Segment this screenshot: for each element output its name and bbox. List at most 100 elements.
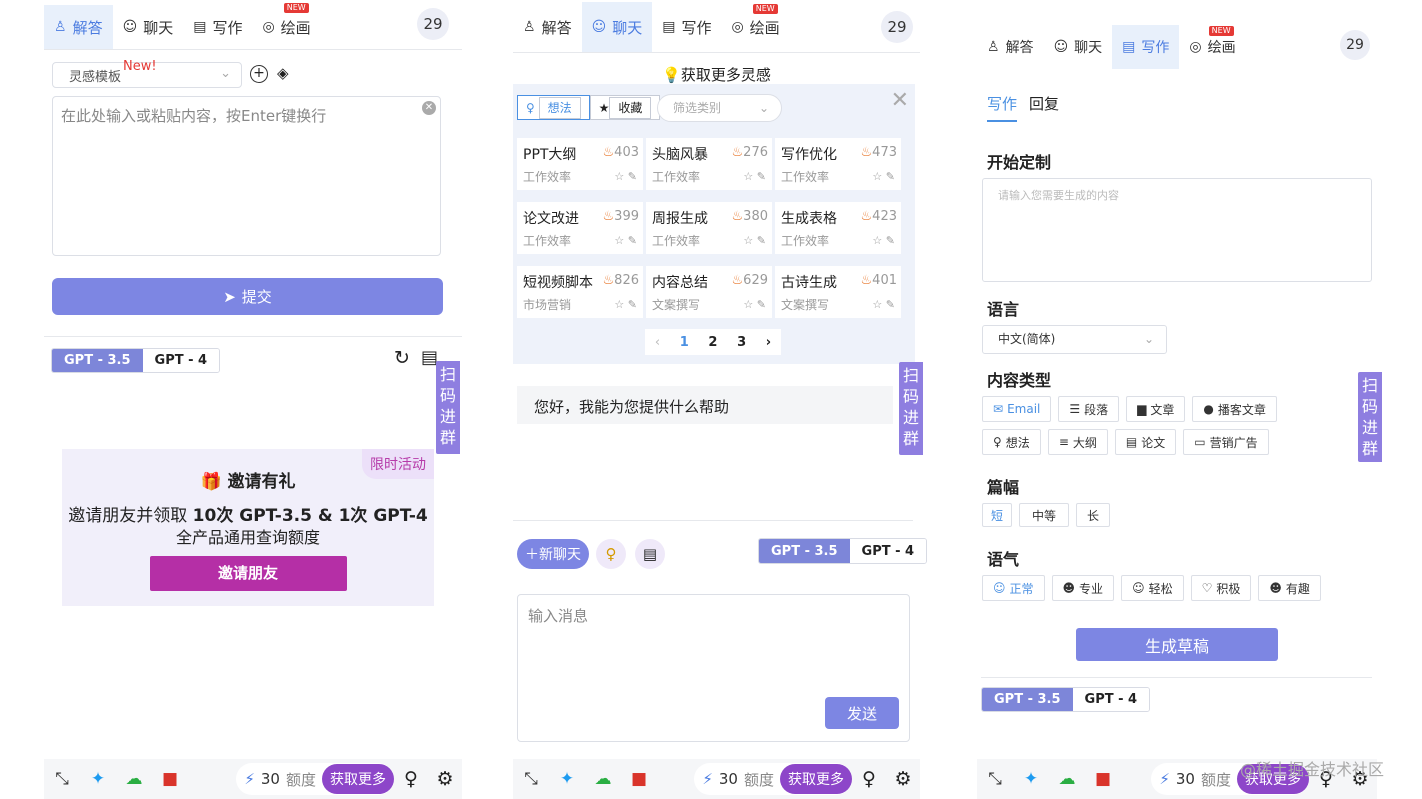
tab-chat[interactable]: ☺ 聊天 <box>113 5 184 49</box>
length-medium[interactable]: 中等 <box>1019 503 1070 527</box>
gpt4-option[interactable]: GPT - 4 <box>142 349 220 372</box>
count-badge[interactable]: 29 <box>1340 30 1370 60</box>
add-icon[interactable]: + <box>250 65 268 83</box>
tab-draw[interactable]: ◎ 绘画 NEW <box>1179 25 1245 69</box>
clear-icon[interactable]: ✕ <box>422 101 436 115</box>
tab-ideas[interactable]: ♀ 想法 <box>517 95 590 120</box>
gift-icon[interactable]: ■ <box>1085 769 1121 789</box>
type-outline[interactable]: ≡ 大纲 <box>1047 429 1108 455</box>
gear-icon[interactable]: ⚙ <box>428 768 462 790</box>
gift-icon[interactable]: ■ <box>152 769 188 789</box>
star-icon[interactable]: ☆ <box>614 170 624 183</box>
prompt-card[interactable]: 头脑风暴 工作效率 ♨276 ☆ ✎ <box>646 138 772 190</box>
tone-professional[interactable]: ☻ 专业 <box>1051 575 1115 601</box>
scan-join-group-tag[interactable]: 扫码进群 <box>1358 372 1382 462</box>
length-short[interactable]: 短 <box>982 503 1013 527</box>
subtab-write[interactable]: 写作 <box>987 93 1018 122</box>
star-icon[interactable]: ☆ <box>872 170 882 183</box>
tone-normal[interactable]: ☺ 正常 <box>982 575 1045 601</box>
prompt-card[interactable]: 写作优化 工作效率 ♨473 ☆ ✎ <box>775 138 901 190</box>
language-select[interactable]: 中文(简体) ⌄ <box>982 325 1167 354</box>
prev-page-icon[interactable]: ‹ <box>655 335 660 350</box>
star-icon[interactable]: ☆ <box>743 298 753 311</box>
tab-favorites[interactable]: ★ 收藏 <box>589 95 661 120</box>
twitter-icon[interactable]: ✦ <box>549 769 585 789</box>
star-icon[interactable]: ☆ <box>743 234 753 247</box>
layers-icon[interactable]: ◈ <box>277 64 289 82</box>
page-2[interactable]: 2 <box>708 335 717 350</box>
template-select[interactable]: 灵感模板 New! ⌄ <box>52 59 242 88</box>
type-paper[interactable]: ▤ 论文 <box>1114 429 1177 455</box>
count-badge[interactable]: 29 <box>881 11 913 43</box>
collapse-icon[interactable]: ⤡ <box>44 769 80 789</box>
refresh-icon[interactable]: ↻ <box>394 347 410 369</box>
star-icon[interactable]: ☆ <box>872 234 882 247</box>
submit-button[interactable]: ➤ 提交 <box>52 278 443 315</box>
message-input[interactable]: 输入消息 发送 <box>517 594 910 742</box>
edit-icon[interactable]: ✎ <box>628 298 637 311</box>
scan-join-group-tag[interactable]: 扫码进群 <box>899 362 923 455</box>
twitter-icon[interactable]: ✦ <box>80 769 116 789</box>
bulb-icon[interactable]: ♀ <box>394 768 428 790</box>
tab-draw[interactable]: ◎ 绘画 NEW <box>721 2 789 52</box>
question-input[interactable]: 在此处输入或粘贴内容，按Enter键换行 ✕ <box>52 96 441 256</box>
type-paragraph[interactable]: ☰ 段落 <box>1058 396 1120 422</box>
type-ad[interactable]: ▭ 营销广告 <box>1183 429 1269 455</box>
star-icon[interactable]: ☆ <box>872 298 882 311</box>
gpt4-option[interactable]: GPT - 4 <box>849 539 927 563</box>
model-switch[interactable]: GPT - 3.5 GPT - 4 <box>51 348 221 373</box>
star-icon[interactable]: ☆ <box>614 298 624 311</box>
tone-casual[interactable]: ☺ 轻松 <box>1121 575 1184 601</box>
prompt-card[interactable]: 论文改进 工作效率 ♨399 ☆ ✎ <box>517 202 643 254</box>
prompt-card[interactable]: 短视频脚本 市场营销 ♨826 ☆ ✎ <box>517 266 643 318</box>
star-icon[interactable]: ☆ <box>614 234 624 247</box>
star-icon[interactable]: ☆ <box>743 170 753 183</box>
page-1[interactable]: 1 <box>680 335 689 350</box>
collapse-icon[interactable]: ⤡ <box>977 769 1013 789</box>
prompt-card[interactable]: 古诗生成 文案撰写 ♨401 ☆ ✎ <box>775 266 901 318</box>
history-button[interactable]: ▤ <box>635 539 665 569</box>
type-idea[interactable]: ♀ 想法 <box>982 429 1041 455</box>
next-page-icon[interactable]: › <box>766 335 771 350</box>
bulb-icon[interactable]: ♀ <box>852 768 886 790</box>
category-select[interactable]: 筛选类别 ⌄ <box>657 94 782 122</box>
edit-icon[interactable]: ✎ <box>757 170 766 183</box>
invite-friends-button[interactable]: 邀请朋友 <box>149 556 347 591</box>
send-button[interactable]: 发送 <box>825 697 899 729</box>
subtab-reply[interactable]: 回复 <box>1029 93 1059 122</box>
type-article[interactable]: ▆ 文章 <box>1126 396 1186 422</box>
new-chat-button[interactable]: ＋新聊天 <box>517 539 589 569</box>
count-badge[interactable]: 29 <box>417 8 449 40</box>
tone-positive[interactable]: ♡ 积极 <box>1190 575 1252 601</box>
edit-icon[interactable]: ✎ <box>628 170 637 183</box>
length-long[interactable]: 长 <box>1076 503 1111 527</box>
model-switch[interactable]: GPT - 3.5 GPT - 4 <box>758 538 928 564</box>
content-input[interactable]: 请输入您需要生成的内容 <box>982 178 1372 282</box>
wechat-icon[interactable]: ☁ <box>116 769 152 789</box>
type-blog-post[interactable]: ● 播客文章 <box>1192 396 1277 422</box>
tab-answer[interactable]: ♙ 解答 <box>977 25 1044 69</box>
generate-draft-button[interactable]: 生成草稿 <box>1076 628 1278 661</box>
gift-icon[interactable]: ■ <box>621 769 657 789</box>
close-icon[interactable]: ✕ <box>891 88 909 113</box>
tab-answer[interactable]: ♙ 解答 <box>513 2 582 52</box>
prompt-card[interactable]: 内容总结 文案撰写 ♨629 ☆ ✎ <box>646 266 772 318</box>
tab-write[interactable]: ▤ 写作 <box>1112 25 1180 69</box>
type-email[interactable]: ✉ Email <box>982 396 1052 422</box>
collapse-icon[interactable]: ⤡ <box>513 769 549 789</box>
twitter-icon[interactable]: ✦ <box>1013 769 1049 789</box>
prompt-card[interactable]: 周报生成 工作效率 ♨380 ☆ ✎ <box>646 202 772 254</box>
tab-write[interactable]: ▤ 写作 <box>183 5 252 49</box>
gear-icon[interactable]: ⚙ <box>886 768 920 790</box>
edit-icon[interactable]: ✎ <box>628 234 637 247</box>
prompt-card[interactable]: 生成表格 工作效率 ♨423 ☆ ✎ <box>775 202 901 254</box>
scan-join-group-tag[interactable]: 扫码进群 <box>436 361 460 454</box>
tab-chat[interactable]: ☺ 聊天 <box>1044 25 1113 69</box>
gpt35-option[interactable]: GPT - 3.5 <box>52 349 143 372</box>
page-3[interactable]: 3 <box>737 335 746 350</box>
get-more-button[interactable]: 获取更多 <box>780 764 852 794</box>
gpt35-option[interactable]: GPT - 3.5 <box>982 688 1073 711</box>
tab-write[interactable]: ▤ 写作 <box>652 2 721 52</box>
tone-fun[interactable]: ☻ 有趣 <box>1258 575 1321 601</box>
edit-icon[interactable]: ✎ <box>886 298 895 311</box>
